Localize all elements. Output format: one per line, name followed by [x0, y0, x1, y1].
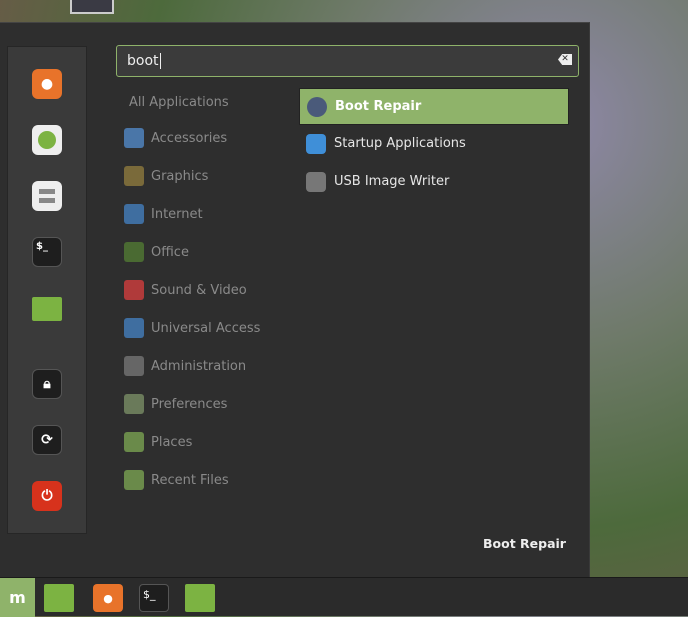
- settings-icon[interactable]: [32, 181, 62, 211]
- firefox-icon[interactable]: ●: [32, 69, 62, 99]
- software-manager-icon[interactable]: [32, 125, 62, 155]
- firefox-launcher-icon[interactable]: ●: [93, 584, 123, 612]
- boot-repair-icon: [307, 96, 327, 117]
- category-label: Sound & Video: [151, 282, 247, 298]
- lock-icon[interactable]: 🔒︎: [32, 369, 62, 399]
- category-recent-files[interactable]: Recent Files: [124, 468, 229, 492]
- category-icon: [124, 318, 144, 338]
- category-office[interactable]: Office: [124, 240, 189, 264]
- category-icon: [124, 280, 144, 300]
- category-icon: [124, 204, 144, 224]
- mint-menu-button[interactable]: m: [0, 578, 35, 617]
- result-label: USB Image Writer: [334, 174, 450, 189]
- logout-icon[interactable]: ⟳: [32, 425, 62, 455]
- usb-icon: [306, 171, 326, 192]
- application-menu: ● $_ 🔒︎ ⟳ ⏻ boot ✕ All Applications Acce…: [0, 22, 590, 577]
- category-icon: [124, 470, 144, 490]
- terminal-launcher-icon[interactable]: $_: [139, 584, 169, 612]
- category-label: Recent Files: [151, 472, 229, 488]
- category-icon: [124, 128, 144, 148]
- result-boot-repair[interactable]: Boot Repair: [299, 88, 569, 125]
- favorites-sidebar: ● $_ 🔒︎ ⟳ ⏻: [7, 46, 87, 534]
- category-graphics[interactable]: Graphics: [124, 164, 208, 188]
- category-universal-access[interactable]: Universal Access: [124, 316, 260, 340]
- category-icon: [124, 394, 144, 414]
- category-icon: [124, 356, 144, 376]
- category-label: Preferences: [151, 396, 228, 412]
- category-label: Places: [151, 434, 193, 450]
- category-label: Internet: [151, 206, 203, 222]
- result-label: Startup Applications: [334, 136, 466, 151]
- files-launcher-icon[interactable]: [185, 584, 215, 612]
- selected-app-description: Boot Repair: [483, 536, 566, 551]
- startup-applications-icon: [306, 133, 326, 154]
- category-preferences[interactable]: Preferences: [124, 392, 227, 416]
- category-administration[interactable]: Administration: [124, 354, 246, 378]
- files-icon[interactable]: [32, 297, 62, 321]
- desktop-computer-icon[interactable]: [70, 0, 114, 14]
- category-sound-video[interactable]: Sound & Video: [124, 278, 247, 302]
- category-icon: [124, 242, 144, 262]
- shutdown-icon[interactable]: ⏻: [32, 481, 62, 511]
- result-usb-image-writer[interactable]: USB Image Writer: [299, 163, 569, 200]
- category-all-applications[interactable]: All Applications: [129, 95, 229, 110]
- search-input[interactable]: boot ✕: [116, 45, 579, 77]
- search-text: boot: [127, 53, 159, 69]
- category-places[interactable]: Places: [124, 430, 192, 454]
- backspace-icon[interactable]: ✕: [558, 54, 572, 65]
- category-icon: [124, 166, 144, 186]
- category-label: Universal Access: [151, 320, 261, 336]
- taskbar: m ● $_: [0, 577, 688, 617]
- category-label: Graphics: [151, 168, 209, 184]
- category-label: Office: [151, 244, 189, 260]
- result-label: Boot Repair: [335, 99, 422, 114]
- category-icon: [124, 432, 144, 452]
- terminal-icon[interactable]: $_: [32, 237, 62, 267]
- category-label: Administration: [151, 358, 247, 374]
- category-internet[interactable]: Internet: [124, 202, 203, 226]
- category-accessories[interactable]: Accessories: [124, 126, 227, 150]
- result-startup-applications[interactable]: Startup Applications: [299, 125, 569, 162]
- show-desktop-icon[interactable]: [44, 584, 74, 612]
- category-label: Accessories: [151, 130, 228, 146]
